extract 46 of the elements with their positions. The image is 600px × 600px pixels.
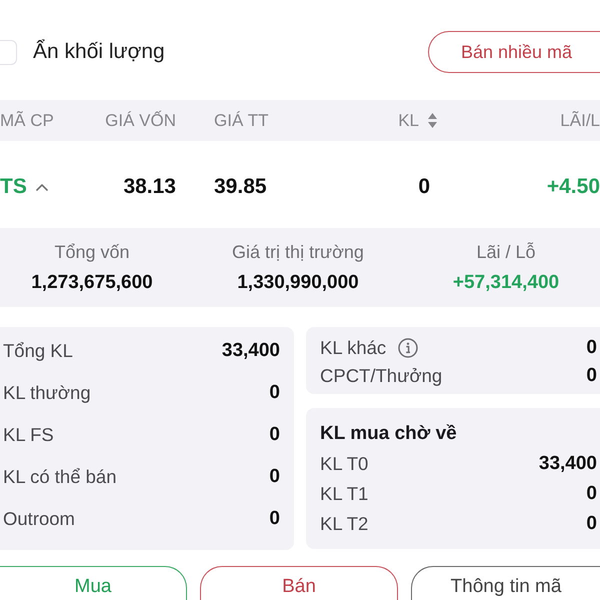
volume-value: 33,400 — [538, 453, 597, 475]
buy-button[interactable]: Mua — [0, 566, 187, 600]
summary-value: +57,314,400 — [452, 272, 560, 294]
info-icon[interactable] — [398, 338, 418, 358]
column-header: MÃ CP — [0, 110, 54, 130]
card-title: KL mua chờ về — [320, 423, 457, 445]
table-cell: +4.50 — [546, 174, 600, 200]
volume-value: 0 — [586, 337, 597, 359]
caret-up-icon[interactable] — [36, 184, 48, 190]
volume-label: KL khác — [320, 337, 386, 359]
checkbox-label: Ẩn khối lượng — [33, 40, 165, 64]
volume-label: KL T0 — [320, 453, 368, 475]
volume-label: KL FS — [3, 424, 54, 446]
volume-label: Outroom — [3, 508, 75, 530]
sell-button[interactable]: Bán — [200, 566, 398, 600]
volume-value: 0 — [269, 424, 280, 446]
volume-label: KL thường — [3, 382, 91, 404]
checkbox[interactable] — [0, 40, 17, 64]
column-header: GIÁ VỐN — [105, 110, 176, 130]
table-cell: 0 — [418, 174, 430, 200]
volume-label: CPCT/Thưởng — [320, 365, 442, 387]
table-cell: 38.13 — [123, 174, 176, 200]
column-header: KL — [398, 110, 419, 130]
sell-multiple-button[interactable]: Bán nhiều mã — [428, 31, 600, 73]
summary-label: Lãi / Lỗ — [476, 241, 536, 263]
volume-label: KL T2 — [320, 513, 368, 535]
summary-label: Tổng vốn — [54, 241, 130, 263]
stock-symbol[interactable]: TS — [0, 174, 27, 200]
summary-label: Giá trị thị trường — [232, 241, 364, 263]
volume-value: 0 — [586, 483, 597, 505]
volume-value: 0 — [586, 365, 597, 387]
sort-icon[interactable] — [428, 113, 437, 128]
volume-label: Tổng KL — [3, 340, 73, 362]
summary-value: 1,273,675,600 — [31, 272, 153, 294]
volume-label: KL có thể bán — [3, 466, 116, 488]
column-header: GIÁ TT — [214, 110, 268, 130]
summary-value: 1,330,990,000 — [237, 272, 359, 294]
table-cell: 39.85 — [214, 174, 267, 200]
column-header: LÃI/L — [560, 110, 600, 130]
volume-label: KL T1 — [320, 483, 368, 505]
volume-value: 33,400 — [222, 340, 280, 362]
volume-value: 0 — [269, 466, 280, 488]
info-button[interactable]: Thông tin mã — [411, 566, 600, 600]
volume-value: 0 — [586, 513, 597, 535]
volume-value: 0 — [269, 508, 280, 530]
volume-value: 0 — [269, 382, 280, 404]
